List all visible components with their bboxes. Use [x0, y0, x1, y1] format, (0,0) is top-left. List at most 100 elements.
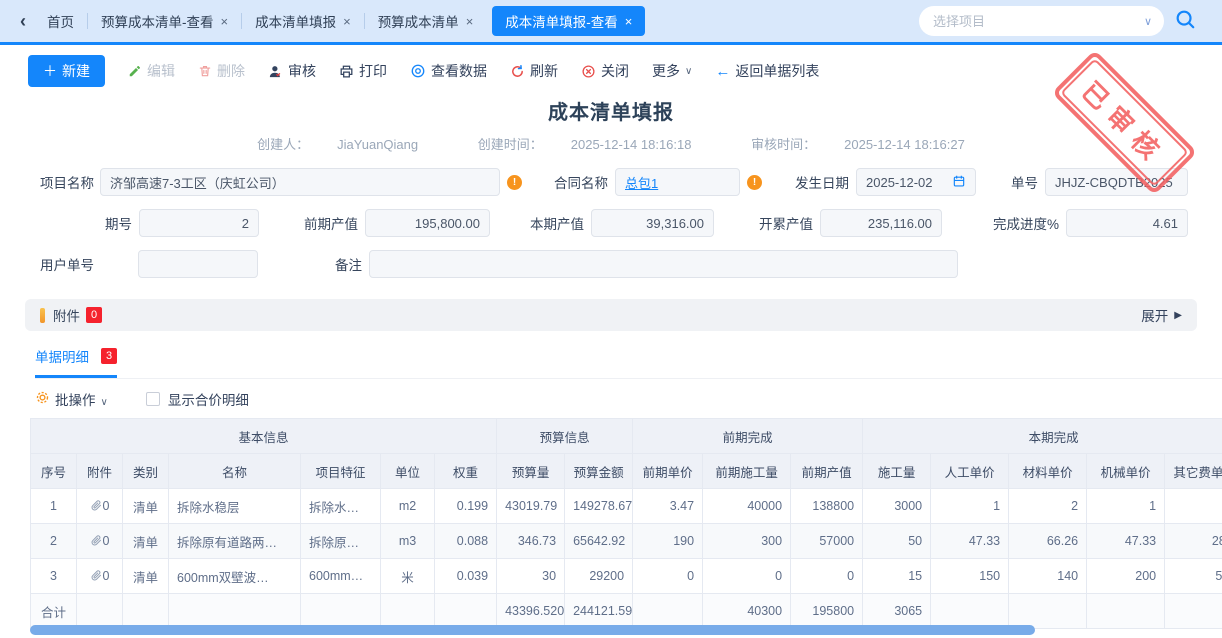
back-to-list-button[interactable]: ← 返回单据列表	[715, 61, 819, 81]
horizontal-scrollbar-thumb[interactable]	[30, 625, 1035, 635]
new-button[interactable]: ＋新建	[28, 55, 105, 87]
progress-field[interactable]: 4.61	[1066, 209, 1188, 237]
contract-name-field[interactable]: 总包1	[615, 168, 740, 196]
expand-button[interactable]: 展开 ▶	[1141, 305, 1182, 325]
column-header[interactable]: 权重	[435, 454, 497, 489]
section-marker-icon	[40, 308, 45, 323]
view-data-button[interactable]: 查看数据	[410, 61, 487, 81]
table-cell: 0	[633, 559, 703, 594]
column-header[interactable]: 施工量	[863, 454, 931, 489]
prev-output-field[interactable]: 195,800.00	[365, 209, 490, 237]
info-icon[interactable]: !	[507, 175, 522, 190]
project-name-input[interactable]	[110, 175, 490, 190]
detail-tabs: 单据明细 3	[35, 346, 1222, 379]
more-button[interactable]: 更多∨	[652, 61, 692, 81]
table-cell: m3	[381, 524, 435, 559]
tab-home[interactable]: 首页	[34, 0, 87, 42]
project-name-label: 项目名称	[40, 172, 94, 192]
remark-label: 备注	[335, 254, 362, 274]
table-cell: 0	[791, 559, 863, 594]
close-icon[interactable]: ×	[625, 14, 633, 29]
column-header-row: 序号附件类别名称项目特征单位权重预算量预算金额前期单价前期施工量前期产值施工量人…	[31, 454, 1222, 489]
show-price-detail-checkbox[interactable]	[146, 392, 160, 406]
calendar-icon[interactable]	[952, 174, 966, 191]
table-cell: 0.199	[435, 489, 497, 524]
tab-cost-list-fill-view-active[interactable]: 成本清单填报-查看×	[492, 6, 645, 36]
table-cell: 65642.92	[565, 524, 633, 559]
column-header[interactable]: 预算量	[497, 454, 565, 489]
user-doc-no-field[interactable]	[138, 250, 258, 278]
column-header[interactable]: 前期产值	[791, 454, 863, 489]
table-cell: 1	[931, 489, 1009, 524]
accum-output-field[interactable]: 235,116.00	[820, 209, 942, 237]
table-cell: 拆除原有道路两…	[169, 524, 301, 559]
table-cell: 0	[77, 524, 123, 559]
column-header[interactable]: 附件	[77, 454, 123, 489]
table-cell: 140	[1009, 559, 1087, 594]
table-cell: 0.088	[435, 524, 497, 559]
search-icon[interactable]	[1174, 8, 1196, 35]
group-header-row: 基本信息预算信息前期完成本期完成	[31, 419, 1222, 454]
table-cell: 0	[77, 559, 123, 594]
column-header[interactable]: 序号	[31, 454, 77, 489]
project-name-field[interactable]	[100, 168, 500, 196]
table-cell: 29200	[565, 559, 633, 594]
close-icon[interactable]: ×	[343, 14, 351, 29]
chevron-down-icon[interactable]: ∨	[1144, 15, 1152, 28]
tab-budget-cost-list-view[interactable]: 预算成本清单-查看×	[88, 0, 241, 42]
close-document-button[interactable]: 关闭	[581, 61, 629, 81]
attachment-icon	[90, 569, 102, 581]
created-time: 创建时间：2025-12-14 18:16:18	[464, 137, 706, 152]
tabs-scroll-left-icon[interactable]: ‹	[12, 11, 34, 32]
project-select-input[interactable]	[933, 14, 1140, 29]
table-row[interactable]: 20清单拆除原有道路两…拆除原…m30.088346.7365642.92190…	[31, 524, 1222, 559]
close-icon[interactable]: ×	[466, 14, 474, 29]
column-header[interactable]: 前期单价	[633, 454, 703, 489]
column-header[interactable]: 名称	[169, 454, 301, 489]
table-cell: 47.33	[1087, 524, 1165, 559]
occur-date-field[interactable]	[856, 168, 976, 196]
print-button[interactable]: 打印	[339, 61, 387, 81]
current-output-field[interactable]: 39,316.00	[591, 209, 714, 237]
doc-no-label: 单号	[1011, 172, 1038, 192]
occur-date-input[interactable]	[866, 175, 952, 190]
delete-button[interactable]: 删除	[198, 61, 245, 81]
column-header[interactable]: 预算金额	[565, 454, 633, 489]
column-header[interactable]: 材料单价	[1009, 454, 1087, 489]
horizontal-scrollbar-track[interactable]	[30, 624, 1222, 636]
page-title: 成本清单填报	[0, 96, 1222, 125]
table-row[interactable]: 30清单600mm双壁波…600mm…米0.039302920000015150…	[31, 559, 1222, 594]
table-cell: 15	[863, 559, 931, 594]
remark-field[interactable]	[369, 250, 958, 278]
table-row[interactable]: 10清单拆除水稳层拆除水…m20.19943019.79149278.673.4…	[31, 489, 1222, 524]
column-header[interactable]: 机械单价	[1087, 454, 1165, 489]
tab-detail-lines[interactable]: 单据明细 3	[35, 346, 117, 378]
close-icon[interactable]: ×	[221, 14, 229, 29]
tab-budget-cost-list[interactable]: 预算成本清单×	[365, 0, 487, 42]
info-icon[interactable]: !	[747, 175, 762, 190]
contract-link[interactable]: 总包1	[625, 173, 658, 192]
tab-cost-list-fill[interactable]: 成本清单填报×	[242, 0, 364, 42]
column-header[interactable]: 项目特征	[301, 454, 381, 489]
period-no-label: 期号	[105, 213, 132, 233]
batch-ops-button[interactable]: 批操作∨	[55, 389, 108, 409]
user-doc-no-input[interactable]	[148, 257, 248, 272]
period-no-field[interactable]: 2	[139, 209, 259, 237]
attachment-icon	[90, 534, 102, 546]
doc-meta: 创建人：JiaYuanQiang 创建时间：2025-12-14 18:16:1…	[0, 134, 1222, 153]
table-cell: 138800	[791, 489, 863, 524]
column-header[interactable]: 人工单价	[931, 454, 1009, 489]
column-header[interactable]: 前期施工量	[703, 454, 791, 489]
column-header[interactable]: 类别	[123, 454, 169, 489]
table-cell: 0.039	[435, 559, 497, 594]
attachment-icon	[90, 499, 102, 511]
refresh-button[interactable]: 刷新	[510, 61, 558, 81]
column-header[interactable]: 单位	[381, 454, 435, 489]
audit-button[interactable]: 审核	[268, 61, 316, 81]
column-header[interactable]: 其它费单价	[1165, 454, 1222, 489]
table-cell: 300	[703, 524, 791, 559]
pencil-icon	[128, 64, 142, 78]
remark-input[interactable]	[379, 257, 948, 272]
edit-button[interactable]: 编辑	[128, 61, 175, 81]
project-select[interactable]: ∨	[919, 6, 1164, 36]
